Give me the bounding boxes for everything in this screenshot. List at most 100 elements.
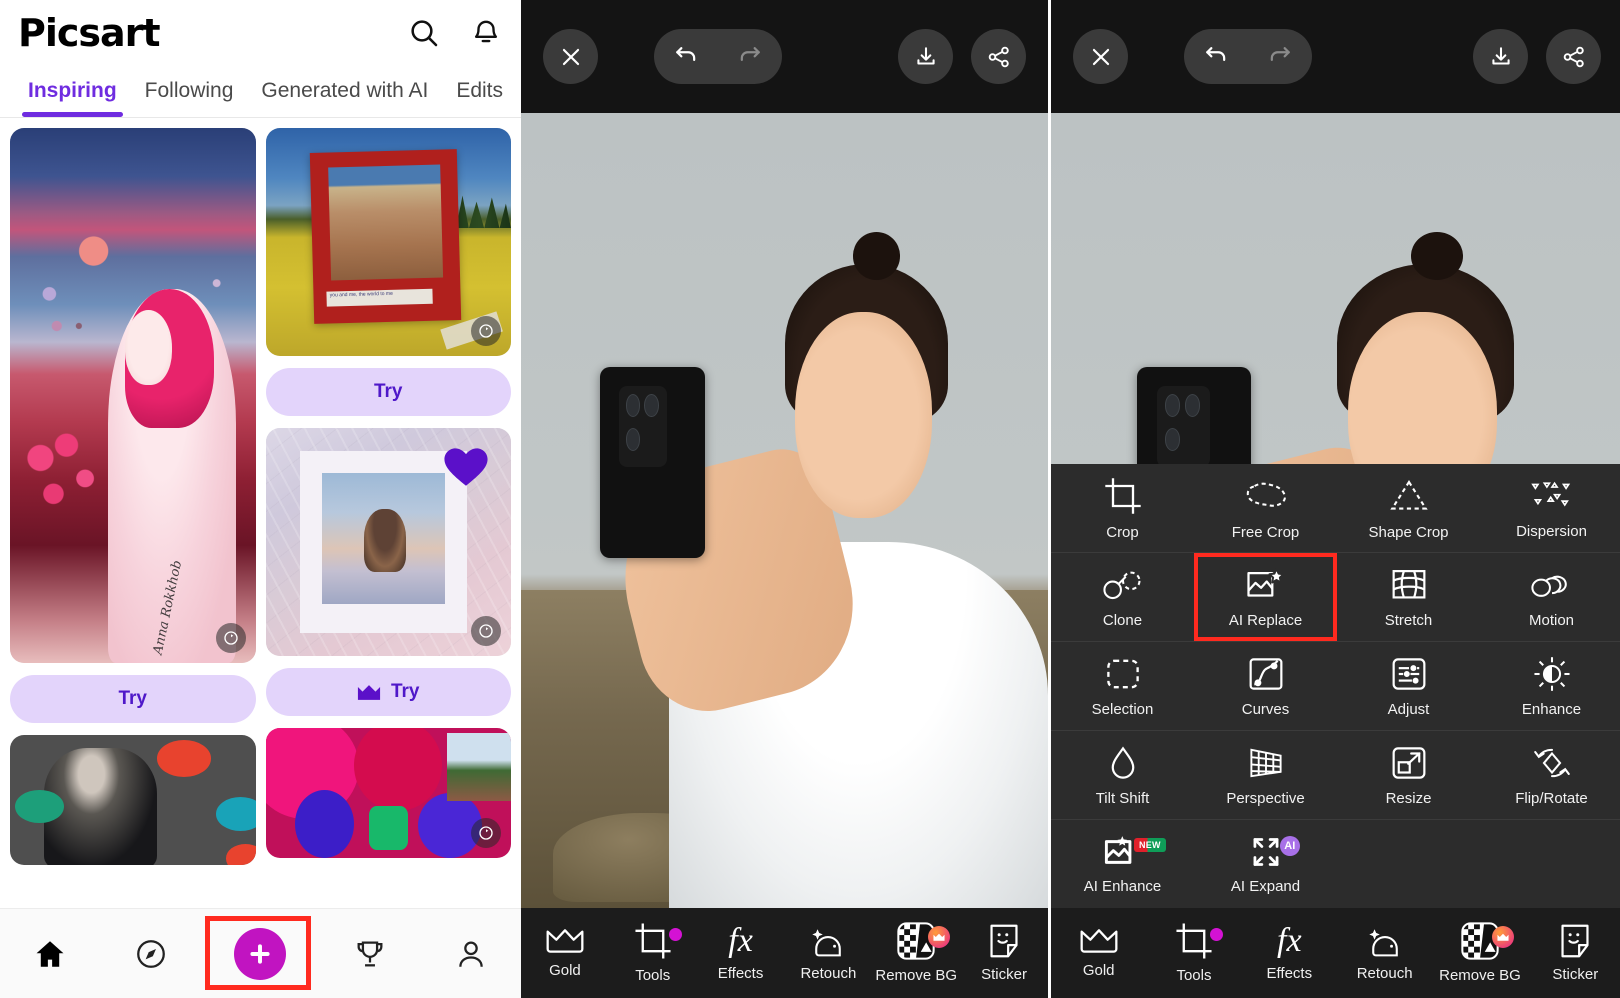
tool-perspective[interactable]: Perspective — [1194, 731, 1337, 819]
tab-edits[interactable]: Edits — [442, 79, 517, 117]
close-icon[interactable] — [1073, 29, 1128, 84]
bottom-item-retouch[interactable]: Retouch — [784, 924, 872, 982]
tool-selection[interactable]: Selection — [1051, 642, 1194, 730]
tool-dispersion[interactable]: Dispersion — [1480, 464, 1620, 552]
tool-resize[interactable]: Resize — [1337, 731, 1480, 819]
crown-icon — [357, 684, 381, 700]
tool-label: Tilt Shift — [1095, 789, 1150, 807]
editor-canvas-photo[interactable] — [521, 113, 1048, 908]
feed-card-paper-polaroid[interactable] — [265, 428, 511, 656]
try-button-card1[interactable]: Try — [10, 675, 256, 723]
redo-icon[interactable] — [736, 40, 764, 73]
bottom-item-remove-bg[interactable]: Remove BG — [1432, 922, 1527, 984]
tool-label: Dispersion — [1516, 522, 1587, 540]
bottom-item-sticker[interactable]: Sticker — [1528, 923, 1620, 983]
redo-icon[interactable] — [1266, 40, 1294, 73]
artwork-shape: you and me, the world to me — [309, 148, 462, 324]
crown-icon — [546, 929, 584, 953]
nav-home-icon[interactable] — [33, 937, 67, 971]
feed-card-pink-girl[interactable]: Anna Rokkhob — [10, 128, 256, 663]
replay-icon[interactable] — [471, 616, 501, 646]
bottom-item-label: Sticker — [981, 966, 1027, 983]
tool-stretch[interactable]: Stretch — [1337, 553, 1480, 641]
share-icon[interactable] — [1546, 29, 1601, 84]
tool-ai-expand[interactable]: AI AI Expand — [1194, 820, 1337, 908]
tools-badge-dot — [668, 928, 682, 941]
bottom-item-remove-bg[interactable]: Remove BG — [872, 922, 960, 984]
bottom-item-label: Tools — [635, 967, 671, 984]
nav-challenges-icon[interactable] — [353, 937, 387, 971]
tool-free-crop[interactable]: Free Crop — [1194, 464, 1337, 552]
try-button-card2[interactable]: Try — [265, 368, 511, 416]
tab-following[interactable]: Following — [131, 79, 248, 117]
photo-shape — [1157, 386, 1210, 467]
bottom-item-label: Remove BG — [1439, 967, 1521, 984]
replay-icon[interactable] — [215, 623, 246, 653]
bottom-item-gold[interactable]: Gold — [1051, 927, 1146, 979]
feed-card-field-polaroid[interactable]: you and me, the world to me — [265, 128, 511, 356]
retouch-icon — [1368, 929, 1398, 957]
bottom-item-retouch[interactable]: Retouch — [1337, 924, 1432, 982]
tool-adjust[interactable]: Adjust — [1337, 642, 1480, 730]
feed-bottom-nav — [0, 908, 521, 998]
tool-label: Shape Crop — [1368, 523, 1449, 541]
bottom-item-effects[interactable]: fx Effects — [697, 924, 785, 983]
search-icon[interactable] — [407, 16, 441, 50]
photo-shape — [644, 394, 659, 418]
editor-bottom-bar: Gold Tools fx Effects Retouch Remove BG … — [1051, 908, 1620, 998]
tool-clone[interactable]: Clone — [1051, 553, 1194, 641]
replay-icon[interactable] — [471, 316, 501, 346]
removebg-gold-badge — [1491, 926, 1514, 948]
feed-card-colorful-collage[interactable] — [265, 728, 511, 858]
tools-grid-row: NEW AI Enhance AI AI Expand — [1051, 820, 1620, 908]
nav-profile-icon[interactable] — [454, 937, 488, 971]
tool-ai-replace[interactable]: AI Replace — [1194, 553, 1337, 641]
three-panel-screenshot: Picsart Inspiring Following Generated wi… — [0, 0, 1620, 998]
feed-card-bw-portrait[interactable] — [10, 735, 256, 865]
artwork-shape — [447, 733, 511, 801]
bottom-item-label: Gold — [1082, 962, 1115, 979]
tool-enhance[interactable]: Enhance — [1480, 642, 1620, 730]
sticker-icon — [990, 924, 1018, 958]
feed-grid: Anna Rokkhob Try you and me, the world t… — [0, 118, 521, 938]
download-icon[interactable] — [1473, 29, 1528, 84]
tab-inspiring[interactable]: Inspiring — [14, 79, 131, 117]
try-label: Try — [390, 681, 420, 702]
replay-icon[interactable] — [471, 818, 501, 848]
tool-ai-enhance[interactable]: NEW AI Enhance — [1051, 820, 1194, 908]
tab-generated-with-ai[interactable]: Generated with AI — [247, 79, 442, 117]
photo-shape — [625, 394, 641, 418]
share-icon[interactable] — [971, 29, 1026, 84]
bottom-item-tools[interactable]: Tools — [1146, 922, 1241, 984]
tool-shape-crop[interactable]: Shape Crop — [1337, 464, 1480, 552]
tool-flip-rotate[interactable]: Flip/Rotate — [1480, 731, 1620, 819]
tilt-shift-icon — [1111, 745, 1134, 779]
tools-grid: Crop Free Crop Shape Crop Dispersion Clo… — [1051, 464, 1620, 908]
nav-discover-icon[interactable] — [134, 937, 168, 971]
crop-icon — [1104, 477, 1141, 514]
photo-phone — [600, 367, 706, 559]
undo-icon[interactable] — [672, 40, 700, 73]
crop-icon — [635, 923, 671, 959]
download-icon[interactable] — [898, 29, 953, 84]
undo-icon[interactable] — [1202, 40, 1230, 73]
photo-subject-face — [795, 311, 933, 519]
try-button-card3[interactable]: Try — [265, 668, 511, 716]
tool-curves[interactable]: Curves — [1194, 642, 1337, 730]
clone-icon — [1102, 571, 1141, 599]
try-label: Try — [373, 381, 403, 402]
close-icon[interactable] — [543, 29, 598, 84]
artwork-shape — [299, 450, 467, 634]
tool-tilt-shift[interactable]: Tilt Shift — [1051, 731, 1194, 819]
artwork-shape — [321, 472, 446, 604]
bottom-item-effects[interactable]: fx Effects — [1242, 924, 1337, 983]
tool-motion[interactable]: Motion — [1480, 553, 1620, 641]
crop-icon — [1176, 923, 1212, 959]
bottom-item-gold[interactable]: Gold — [521, 927, 609, 979]
tool-crop[interactable]: Crop — [1051, 464, 1194, 552]
bottom-item-sticker[interactable]: Sticker — [960, 923, 1048, 983]
feed-header: Picsart — [0, 0, 521, 60]
bell-icon[interactable] — [469, 16, 503, 50]
bottom-item-tools[interactable]: Tools — [609, 922, 697, 984]
crown-icon — [933, 933, 945, 941]
